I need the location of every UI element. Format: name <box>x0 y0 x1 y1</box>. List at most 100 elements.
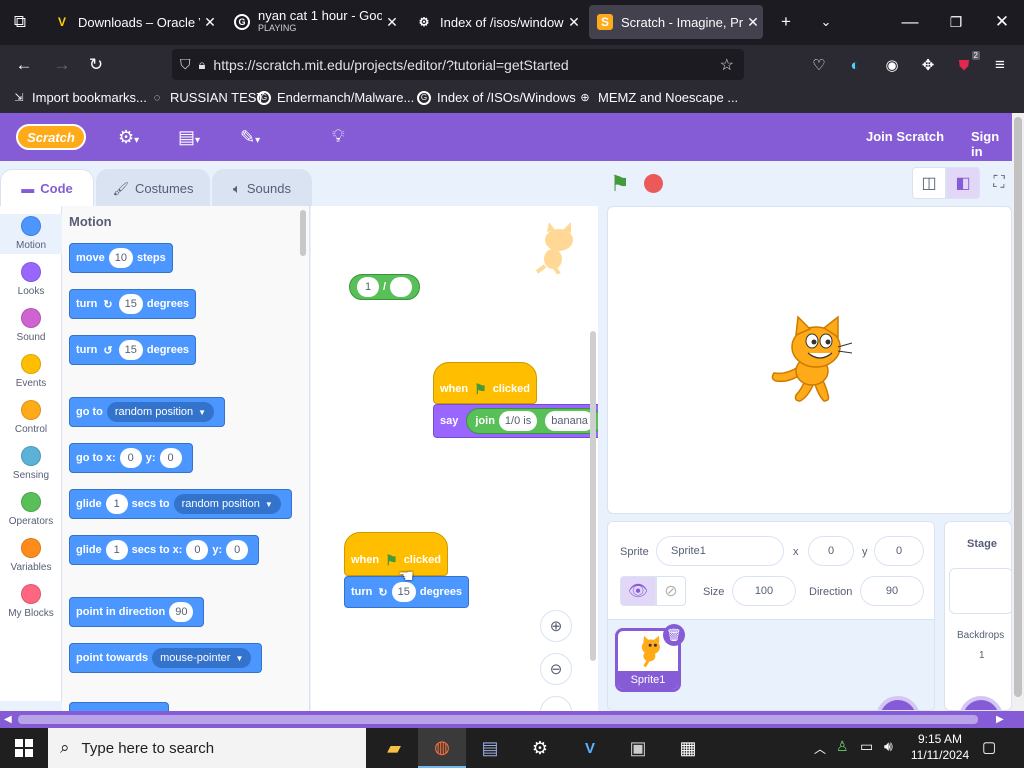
shield-icon[interactable]: ⛉ <box>180 56 191 73</box>
point-towards-block[interactable]: point towards mouse-pointer ▼ <box>69 643 263 673</box>
go-to-block[interactable]: go to random position ▼ <box>69 397 226 427</box>
small-stage-icon[interactable]: ◫ <box>912 167 946 199</box>
degrees-input[interactable]: 15 <box>118 294 143 314</box>
close-icon[interactable]: ✕ <box>200 14 220 31</box>
turn-right-block[interactable]: turn ↻ 15 degrees <box>69 289 197 319</box>
close-icon[interactable]: ✕ <box>382 14 402 31</box>
tray-network-icon[interactable]: ▭ <box>860 738 873 755</box>
palette-scrollbar[interactable] <box>300 210 306 256</box>
new-tab-icon[interactable]: + <box>774 10 798 34</box>
category-my-blocks[interactable]: My Blocks <box>0 584 62 619</box>
sprite-name-input[interactable]: Sprite1 <box>656 536 784 566</box>
join-operator-block[interactable]: join 1/0 is banana <box>466 408 598 434</box>
pocket-icon[interactable]: ♡ <box>807 53 831 77</box>
move-steps-block[interactable]: move 10 steps <box>69 243 173 273</box>
add-sprite-button[interactable] <box>876 696 920 710</box>
divide-operator-block[interactable]: 1/ <box>349 274 421 300</box>
scrollbar-thumb[interactable] <box>1014 117 1022 697</box>
tutorials-lightbulb-icon[interactable]: 💡︎ <box>332 126 345 147</box>
show-sprite-eye-icon[interactable]: 👁︎ <box>620 576 656 606</box>
tab-scratch[interactable]: S Scratch - Imagine, Prog ✕ <box>589 5 763 39</box>
join-scratch-link[interactable]: Join Scratch <box>866 129 944 144</box>
stage-canvas[interactable] <box>607 206 1012 514</box>
bookmark-index-isos[interactable]: G Index of /ISOs/Windows <box>417 90 576 105</box>
scratch-logo[interactable]: Scratch <box>16 124 86 150</box>
backdrop-thumbnail[interactable] <box>949 568 1011 614</box>
minimize-icon[interactable]: — <box>898 10 922 34</box>
forward-icon[interactable]: → <box>50 53 74 77</box>
tray-people-icon[interactable]: ♙ <box>836 738 849 755</box>
go-to-target-dropdown[interactable]: random position ▼ <box>106 402 215 422</box>
calculator-icon[interactable]: ▦ <box>664 728 712 768</box>
x-input[interactable]: 0 <box>119 448 142 468</box>
ublock-icon[interactable]: ⛊ 2 <box>952 51 980 77</box>
dividend-input[interactable]: 1 <box>357 277 379 297</box>
green-flag-icon[interactable]: ⚑ <box>610 171 630 197</box>
secs-input[interactable]: 1 <box>105 540 128 560</box>
stage-selector-pane[interactable]: Stage Backdrops 1 <box>944 521 1012 711</box>
app-window-icon[interactable]: ▤ <box>466 728 514 768</box>
maximize-icon[interactable]: ❐ <box>944 10 968 34</box>
reload-icon[interactable]: ↻ <box>84 53 108 77</box>
category-looks[interactable]: Looks <box>0 262 62 297</box>
point-towards-dropdown[interactable]: mouse-pointer ▼ <box>152 648 252 668</box>
glide-to-xy-block[interactable]: glide 1 secs to x: 0 y: 0 <box>69 535 260 565</box>
join-second-input[interactable]: banana <box>545 411 594 431</box>
category-sensing[interactable]: Sensing <box>0 446 62 481</box>
degrees-input[interactable]: 15 <box>118 340 143 360</box>
tab-downloads[interactable]: V Downloads – Oracle Vir ✕ <box>44 5 220 39</box>
tab-nyan-cat[interactable]: G nyan cat 1 hour - Goog PLAYING ✕ <box>226 5 402 39</box>
media-player-icon[interactable]: ▣ <box>614 728 662 768</box>
x-input[interactable]: 0 <box>186 540 209 560</box>
category-control[interactable]: Control <box>0 400 62 435</box>
file-explorer-icon[interactable]: ▰ <box>370 728 418 768</box>
settings-icon[interactable]: ⚙ <box>516 728 564 768</box>
y-input[interactable]: 0 <box>226 540 249 560</box>
page-horizontal-scrollbar[interactable]: ◀ ▶ <box>0 711 1024 728</box>
delete-sprite-icon[interactable]: 🗑︎ <box>663 624 685 646</box>
tab-overview-icon[interactable]: ⧉ <box>8 10 32 34</box>
firefox-icon[interactable]: ◍ <box>418 728 466 768</box>
y-input[interactable]: 0 <box>159 448 182 468</box>
tray-chevron-up-icon[interactable]: ︿ <box>814 740 826 757</box>
window-close-icon[interactable]: ✕ <box>990 10 1014 34</box>
bookmark-star-icon[interactable]: ☆ <box>720 55 734 75</box>
bookmark-memz[interactable]: ⊕ MEMZ and Noescape ... <box>578 90 738 105</box>
notifications-icon[interactable]: ▢ <box>982 738 996 756</box>
sprite-y-input[interactable]: 0 <box>874 536 924 566</box>
category-events[interactable]: Events <box>0 354 62 389</box>
sprite-x-input[interactable]: 0 <box>808 536 854 566</box>
tab-costumes[interactable]: 🖌︎ Costumes <box>96 169 210 207</box>
bookmark-import[interactable]: ⇲ Import bookmarks... <box>12 90 146 105</box>
sign-in-link[interactable]: Sign in <box>971 129 1012 159</box>
category-operators[interactable]: Operators <box>0 492 62 527</box>
chevron-down-icon[interactable]: ⌄ <box>814 10 838 34</box>
divisor-input[interactable] <box>390 277 413 297</box>
when-flag-clicked-hat-1[interactable]: when ⚑ clicked <box>433 362 537 404</box>
point-in-direction-block[interactable]: point in direction 90 <box>69 597 205 627</box>
close-icon[interactable]: ✕ <box>743 14 763 31</box>
direction-input[interactable]: 90 <box>169 602 194 622</box>
stop-icon[interactable] <box>644 174 663 193</box>
turn-left-block[interactable]: turn ↺ 15 degrees <box>69 335 197 365</box>
secs-input[interactable]: 1 <box>105 494 128 514</box>
edit-pencil-icon[interactable]: ✎▾ <box>240 127 260 148</box>
file-menu-icon[interactable]: ▤▾ <box>178 127 200 148</box>
add-backdrop-button[interactable] <box>959 696 1003 710</box>
glide-target-dropdown[interactable]: random position ▼ <box>173 494 281 514</box>
tray-volume-icon[interactable]: 🔊︎ <box>884 738 893 755</box>
cat-sprite[interactable] <box>768 315 854 405</box>
glide-to-block[interactable]: glide 1 secs to random position ▼ <box>69 489 292 519</box>
fullscreen-icon[interactable]: ⛶ <box>986 167 1012 199</box>
extension-circle-icon[interactable]: ◐ <box>843 53 867 77</box>
page-vertical-scrollbar[interactable] <box>1012 113 1024 711</box>
virtualbox-taskbar-icon[interactable]: V <box>566 728 614 768</box>
bookmark-endermanch[interactable]: G Endermanch/Malware... <box>257 90 414 105</box>
zoom-out-icon[interactable]: ⊖ <box>540 653 572 685</box>
url-bar[interactable]: ⛉ 🔒︎ https://scratch.mit.edu/projects/ed… <box>172 49 744 80</box>
settings-gear-icon[interactable]: ⚙▾ <box>118 127 139 148</box>
bookmark-russian-test[interactable]: ◌ RUSSIAN TEST <box>150 90 265 105</box>
sprite-direction-input[interactable]: 90 <box>860 576 924 606</box>
scrollbar-thumb[interactable] <box>18 715 978 724</box>
menu-icon[interactable]: ≡ <box>988 53 1012 77</box>
